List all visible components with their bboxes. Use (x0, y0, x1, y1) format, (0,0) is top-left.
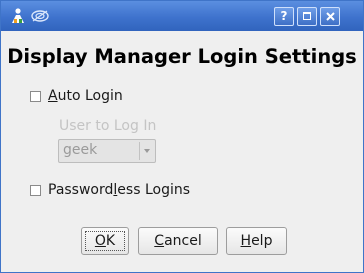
help-button[interactable]: Help (226, 227, 287, 255)
chevron-down-icon[interactable] (144, 149, 150, 153)
auto-login-label[interactable]: Auto Login (48, 88, 123, 104)
passwordless-logins-checkbox[interactable] (30, 184, 41, 196)
auto-login-option[interactable]: Auto Login (30, 87, 123, 105)
page-title: Display Manager Login Settings (7, 45, 357, 68)
cancel-button[interactable]: Cancel (138, 227, 218, 255)
passwordless-logins-option[interactable]: Passwordless Logins (30, 181, 190, 199)
ok-button[interactable]: OK (81, 227, 129, 255)
dialog-content: Display Manager Login Settings Auto Logi… (1, 31, 363, 272)
close-button[interactable] (320, 7, 340, 26)
passwordless-logins-label[interactable]: Passwordless Logins (48, 182, 190, 198)
help-title-button[interactable]: ? (274, 7, 294, 26)
title-bar[interactable]: ? (1, 1, 363, 31)
close-icon (326, 12, 335, 21)
auto-login-checkbox[interactable] (30, 90, 41, 102)
maximize-icon (303, 12, 311, 20)
combo-divider (139, 142, 140, 160)
dialog-window: ? Display Manager Login Settings Auto Lo… (0, 0, 364, 273)
focus-indicator (85, 231, 125, 251)
kde-app-icon[interactable] (9, 7, 27, 25)
user-to-log-in-label: User to Log In (59, 118, 157, 134)
window-menu-icon[interactable] (30, 8, 50, 24)
user-select-value: geek (63, 142, 98, 158)
maximize-button[interactable] (297, 7, 317, 26)
user-select[interactable]: geek (58, 139, 156, 163)
